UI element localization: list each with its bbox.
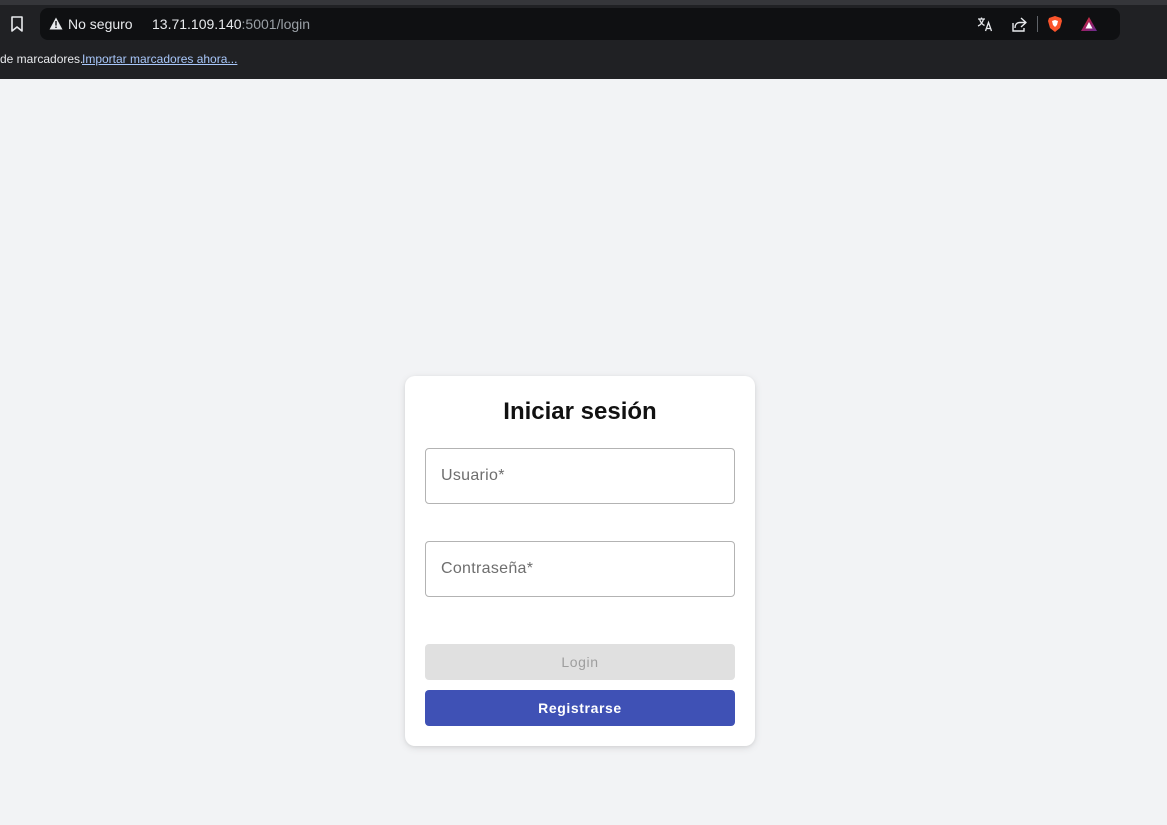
browser-toolbar: No seguro 13.71.109.140:5001/login de ma… [0,0,1167,79]
import-bookmarks-link[interactable]: Importar marcadores ahora... [82,52,237,66]
username-input[interactable] [426,449,734,503]
share-icon[interactable] [1010,15,1028,33]
translate-icon[interactable] [976,15,994,33]
login-button[interactable]: Login [425,644,735,680]
brave-rewards-icon[interactable] [1080,15,1098,33]
register-button[interactable]: Registrarse [425,690,735,726]
brave-shields-icon[interactable] [1046,15,1064,33]
url-path: :5001/login [241,16,311,32]
toolbar-separator [1037,16,1038,32]
username-field[interactable] [425,448,735,504]
address-bar[interactable]: No seguro 13.71.109.140:5001/login [40,8,1120,40]
bookmark-icon[interactable] [9,15,25,33]
tab-strip-edge [0,0,1167,5]
password-input[interactable] [426,542,734,596]
login-card: Iniciar sesión Login Registrarse [405,376,755,746]
page-title: Iniciar sesión [503,398,657,425]
password-field[interactable] [425,541,735,597]
security-status-label[interactable]: No seguro [68,16,133,32]
bookmarks-bar-message: de marcadores. [0,52,84,66]
url-host: 13.71.109.140 [152,16,242,32]
url-text[interactable]: 13.71.109.140:5001/login [152,16,310,32]
warning-icon[interactable] [49,17,63,30]
